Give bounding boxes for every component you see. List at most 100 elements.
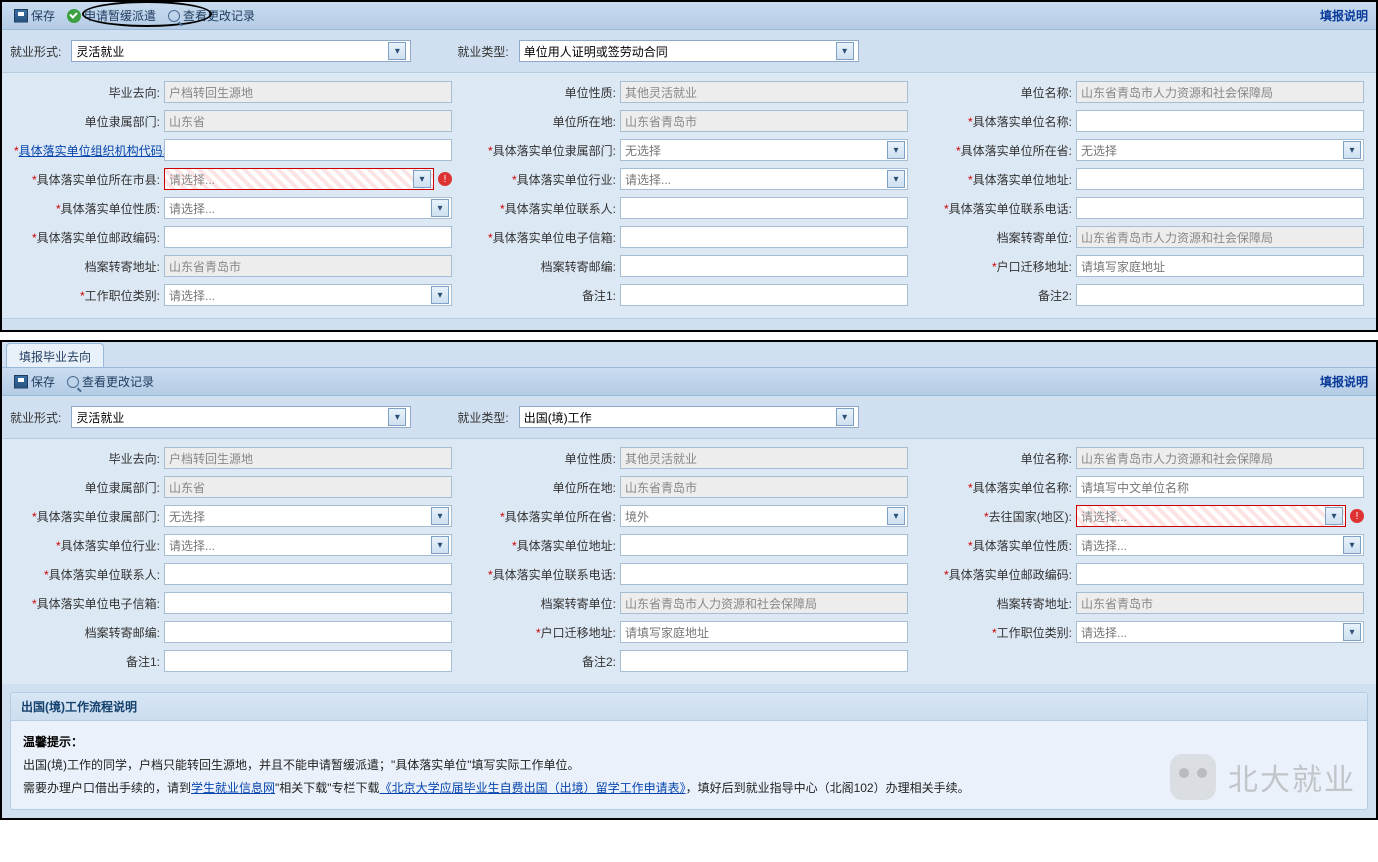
select-field[interactable]: 请选择...▾ <box>164 197 452 219</box>
form-type-select[interactable]: 灵活就业▾ <box>71 406 411 428</box>
form-row: *具体落实单位所在省:无选择▾ <box>926 139 1364 161</box>
text-field: 山东省青岛市人力资源和社会保障局 <box>620 592 908 614</box>
text-field[interactable] <box>620 650 908 672</box>
field-label-link[interactable]: 具体落实单位组织机构代码: <box>19 144 166 158</box>
field-label: 单位所在地: <box>470 113 620 130</box>
field-label: 档案转寄地址: <box>926 595 1076 612</box>
select-field[interactable]: 无选择▾ <box>1076 139 1364 161</box>
field-label: *户口迁移地址: <box>470 624 620 641</box>
field-label: *具体落实单位名称: <box>926 479 1076 496</box>
save-button[interactable]: 保存 <box>8 371 61 392</box>
text-field: 山东省青岛市 <box>1076 592 1364 614</box>
form-row: 档案转寄邮编: <box>14 621 452 643</box>
chevron-down-icon[interactable]: ▾ <box>431 536 449 554</box>
info-link-1[interactable]: 学生就业信息网 <box>191 781 275 795</box>
employ-type-select[interactable]: 出国(境)工作▾ <box>519 406 859 428</box>
view-changes-button[interactable]: 查看更改记录 <box>162 5 261 26</box>
chevron-down-icon[interactable]: ▾ <box>431 199 449 217</box>
field-label: *具体落实单位所在省: <box>470 508 620 525</box>
text-field[interactable] <box>164 563 452 585</box>
chevron-down-icon[interactable]: ▾ <box>413 170 431 188</box>
text-field[interactable] <box>164 139 452 161</box>
form-row: 档案转寄邮编: <box>470 255 908 277</box>
text-field[interactable] <box>164 621 452 643</box>
chevron-down-icon[interactable]: ▾ <box>1343 141 1361 159</box>
select-field[interactable]: 请选择...▾ <box>1076 621 1364 643</box>
form-row: 档案转寄单位:山东省青岛市人力资源和社会保障局 <box>470 592 908 614</box>
text-field: 山东省青岛市人力资源和社会保障局 <box>1076 447 1364 469</box>
field-label: *具体落实单位联系人: <box>14 566 164 583</box>
view-changes-button[interactable]: 查看更改记录 <box>61 371 160 392</box>
chevron-down-icon[interactable]: ▾ <box>431 507 449 525</box>
chevron-down-icon[interactable]: ▾ <box>1343 623 1361 641</box>
chevron-down-icon[interactable]: ▾ <box>388 42 406 60</box>
text-field[interactable] <box>620 534 908 556</box>
text-field[interactable]: 请填写家庭地址 <box>620 621 908 643</box>
select-field[interactable]: 请选择...▾ <box>620 168 908 190</box>
text-field[interactable]: 请填写中文单位名称 <box>1076 476 1364 498</box>
text-field[interactable] <box>164 226 452 248</box>
text-field[interactable] <box>620 255 908 277</box>
select-field[interactable]: 无选择▾ <box>164 505 452 527</box>
toolbar-2: 保存 查看更改记录 填报说明 <box>2 368 1376 396</box>
info-link-2[interactable]: 《北京大学应届毕业生自费出国（出境）留学工作申请表》 <box>380 781 686 795</box>
text-field[interactable] <box>164 592 452 614</box>
field-label: *工作职位类别: <box>14 287 164 304</box>
text-field[interactable] <box>620 563 908 585</box>
field-label: *具体落实单位电子信箱: <box>470 229 620 246</box>
select-field[interactable]: 无选择▾ <box>620 139 908 161</box>
chevron-down-icon[interactable]: ▾ <box>887 507 905 525</box>
field-label: *具体落实单位地址: <box>926 171 1076 188</box>
select-field[interactable]: 请选择...▾ <box>1076 505 1346 527</box>
text-field[interactable] <box>1076 284 1364 306</box>
text-field[interactable] <box>1076 110 1364 132</box>
select-field[interactable]: 请选择...▾ <box>164 168 434 190</box>
field-label: 档案转寄邮编: <box>470 258 620 275</box>
form-row: 备注2: <box>470 650 908 672</box>
field-label: 单位隶属部门: <box>14 113 164 130</box>
save-button[interactable]: 保存 <box>8 5 61 26</box>
form-row: *工作职位类别:请选择...▾ <box>14 284 452 306</box>
apply-defer-button[interactable]: 申请暂缓派遣 <box>61 5 162 26</box>
employ-type-select[interactable]: 单位用人证明或签劳动合同▾ <box>519 40 859 62</box>
field-label: 档案转寄单位: <box>470 595 620 612</box>
chevron-down-icon[interactable]: ▾ <box>836 408 854 426</box>
chevron-down-icon[interactable]: ▾ <box>431 286 449 304</box>
chevron-down-icon[interactable]: ▾ <box>887 141 905 159</box>
chevron-down-icon[interactable]: ▾ <box>836 42 854 60</box>
help-link[interactable]: 填报说明 <box>1320 7 1368 24</box>
text-field: 其他灵活就业 <box>620 81 908 103</box>
text-field[interactable] <box>620 197 908 219</box>
select-field[interactable]: 请选择...▾ <box>164 534 452 556</box>
select-field[interactable]: 请选择...▾ <box>1076 534 1364 556</box>
select-field[interactable]: 请选择...▾ <box>164 284 452 306</box>
form-row: 备注1: <box>14 650 452 672</box>
field-label: *具体落实单位联系电话: <box>470 566 620 583</box>
field-label: *具体落实单位联系电话: <box>926 200 1076 217</box>
search-icon <box>168 10 180 22</box>
text-field[interactable] <box>164 650 452 672</box>
chevron-down-icon[interactable]: ▾ <box>1343 536 1361 554</box>
form-row: *具体落实单位所在市县:请选择...▾! <box>14 168 452 190</box>
text-field[interactable] <box>620 284 908 306</box>
text-field[interactable]: 请填写家庭地址 <box>1076 255 1364 277</box>
form-type-select[interactable]: 灵活就业▾ <box>71 40 411 62</box>
help-link[interactable]: 填报说明 <box>1320 373 1368 390</box>
text-field: 山东省青岛市人力资源和社会保障局 <box>1076 226 1364 248</box>
field-label: 单位名称: <box>926 84 1076 101</box>
text-field[interactable] <box>620 226 908 248</box>
chevron-down-icon[interactable]: ▾ <box>388 408 406 426</box>
text-field[interactable] <box>1076 197 1364 219</box>
field-label: *具体落实单位隶属部门: <box>470 142 620 159</box>
tab-graduation-direction[interactable]: 填报毕业去向 <box>6 343 104 367</box>
form-row: *户口迁移地址:请填写家庭地址 <box>470 621 908 643</box>
text-field[interactable] <box>1076 563 1364 585</box>
field-label: *具体落实单位邮政编码: <box>14 229 164 246</box>
text-field[interactable] <box>1076 168 1364 190</box>
check-icon <box>67 9 81 23</box>
select-field[interactable]: 境外▾ <box>620 505 908 527</box>
form-row: *具体落实单位电子信箱: <box>470 226 908 248</box>
chevron-down-icon[interactable]: ▾ <box>887 170 905 188</box>
chevron-down-icon[interactable]: ▾ <box>1325 507 1343 525</box>
text-field: 山东省青岛市 <box>164 255 452 277</box>
